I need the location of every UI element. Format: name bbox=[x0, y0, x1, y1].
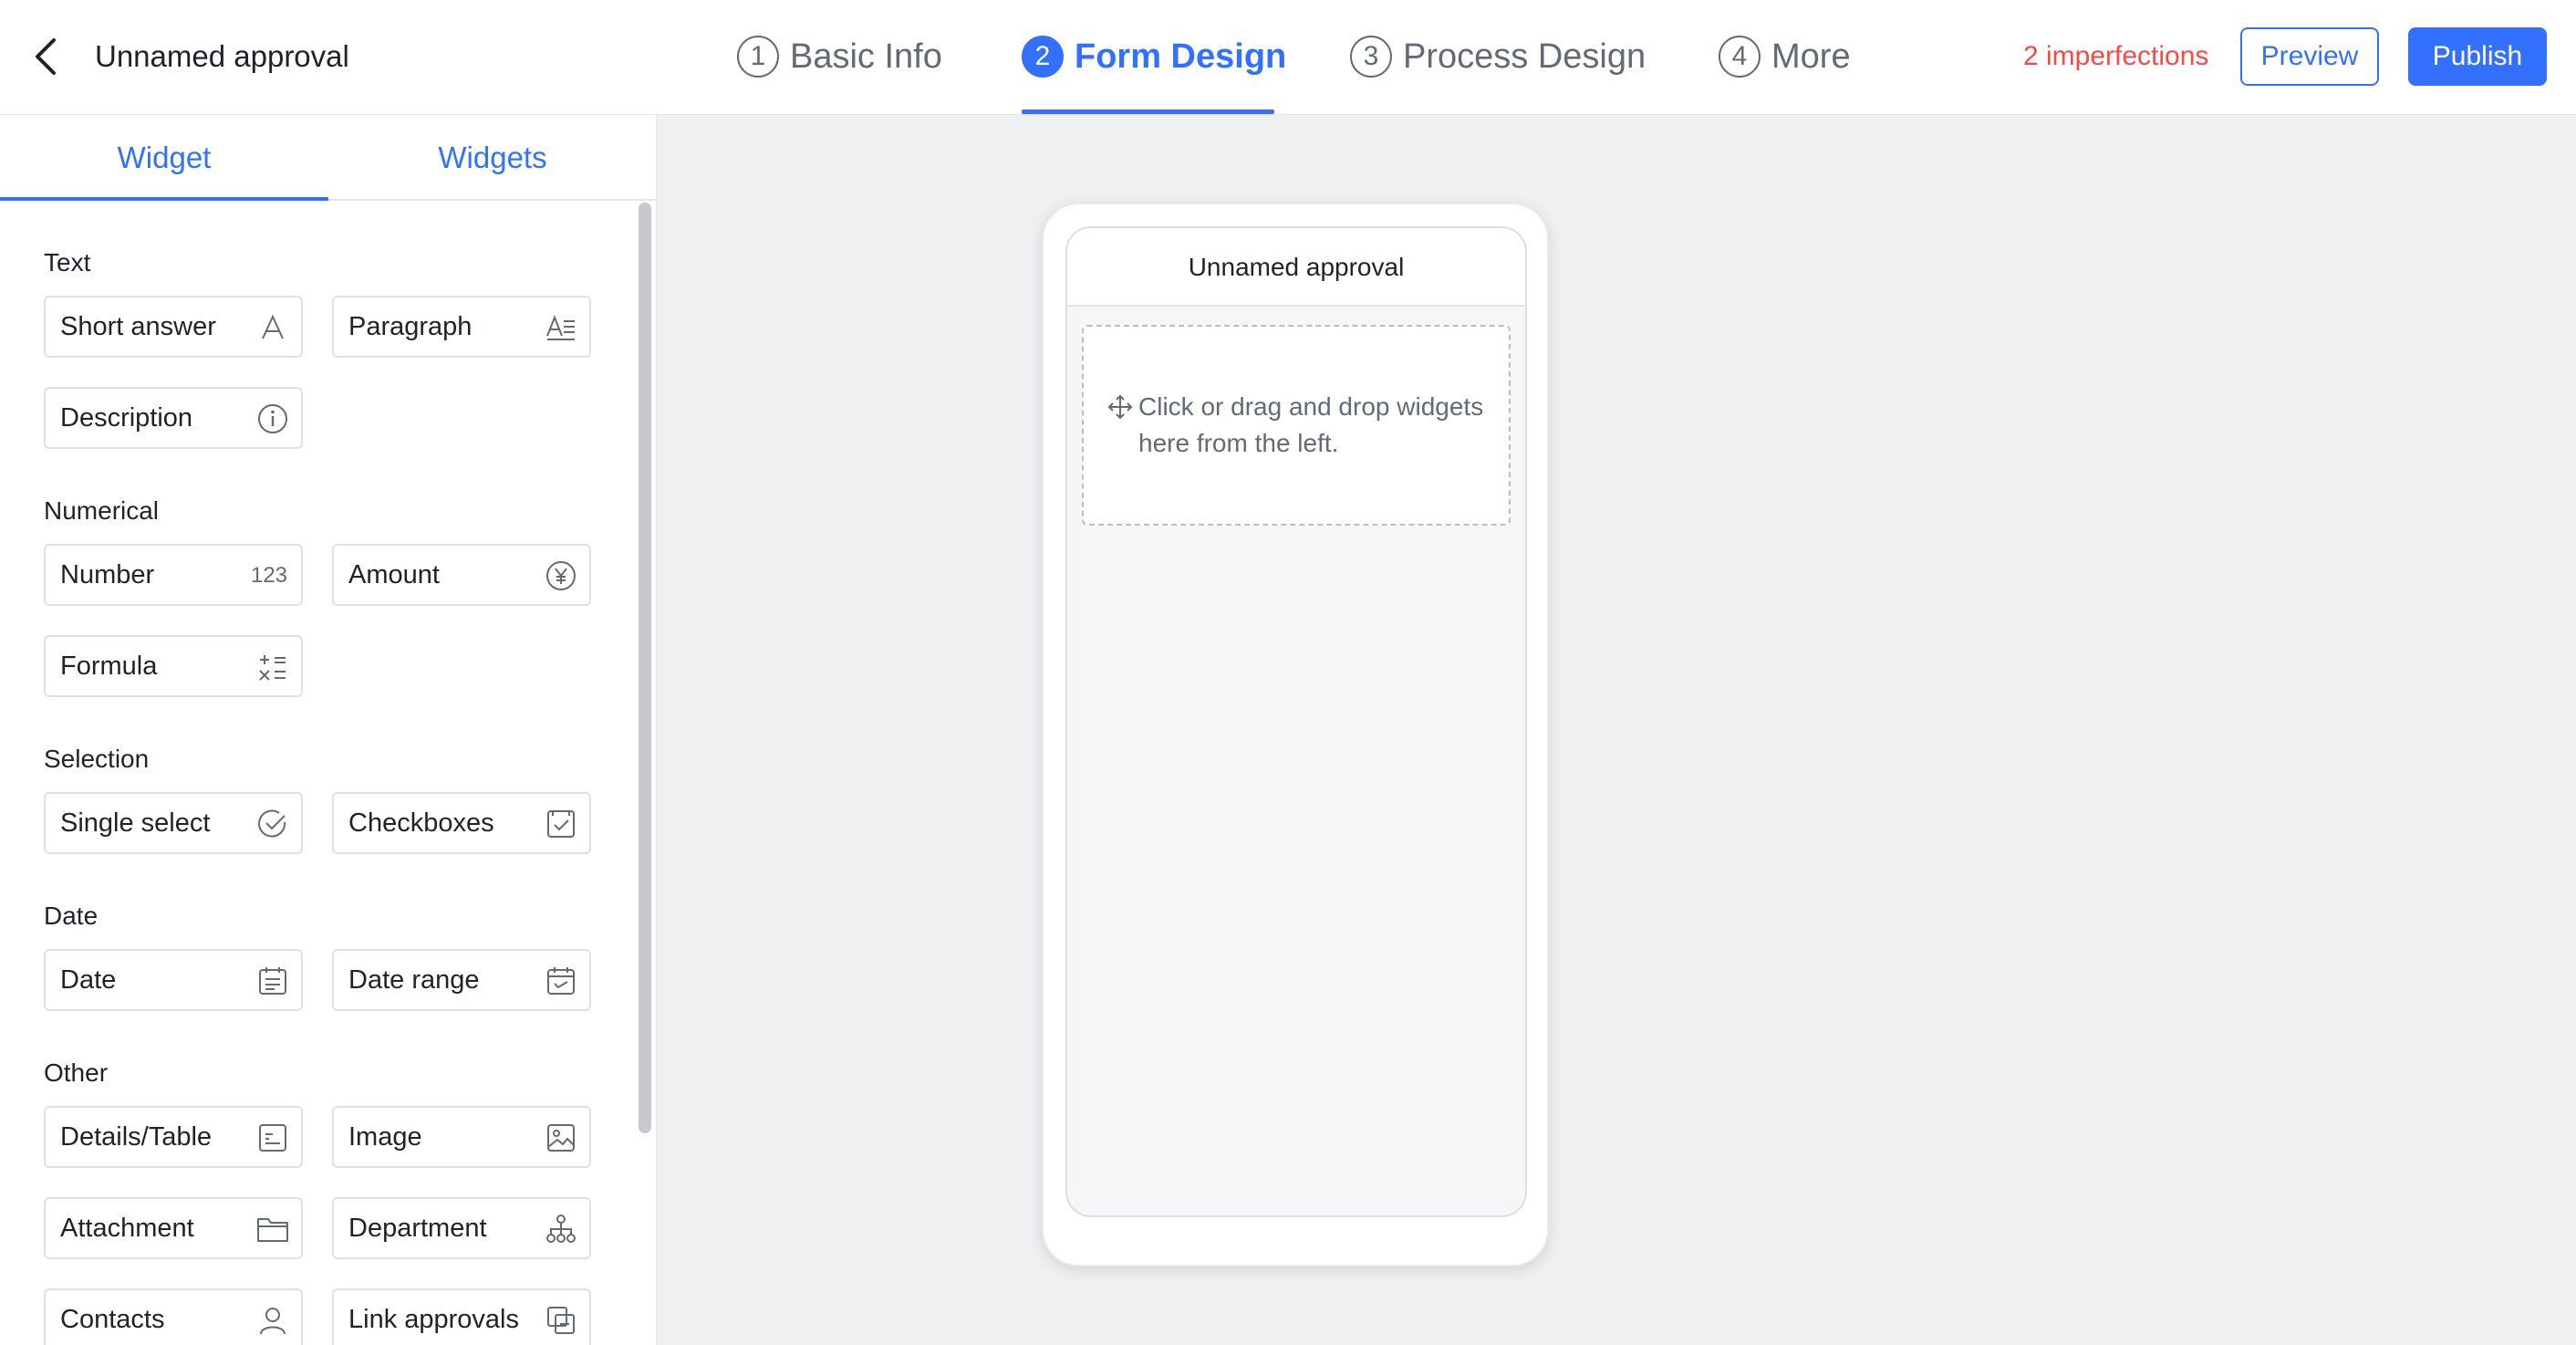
form-title: Unnamed approval bbox=[1067, 228, 1525, 307]
widget-date[interactable]: Date bbox=[44, 949, 303, 1011]
widget-label: Date bbox=[60, 965, 117, 995]
step-number: 4 bbox=[1719, 36, 1761, 78]
checkbox-icon bbox=[544, 807, 578, 841]
sidebar-scrollbar[interactable] bbox=[639, 203, 651, 1133]
org-chart-icon bbox=[544, 1212, 578, 1246]
widget-label: Formula bbox=[60, 652, 158, 681]
step-basic-info[interactable]: 1 Basic Info bbox=[737, 27, 942, 86]
text-a-icon bbox=[255, 310, 290, 345]
widget-attachment[interactable]: Attachment bbox=[44, 1197, 303, 1259]
widget-label: Amount bbox=[348, 560, 440, 589]
group-title-other: Other bbox=[44, 1058, 109, 1087]
step-number: 2 bbox=[1022, 36, 1064, 78]
widget-label: Paragraph bbox=[348, 312, 473, 341]
info-icon bbox=[255, 401, 290, 436]
widget-short-answer[interactable]: Short answer bbox=[44, 296, 303, 358]
step-label: Process Design bbox=[1403, 36, 1646, 76]
link-approval-icon bbox=[544, 1303, 578, 1338]
form-preview-phone: Unnamed approval Click or drag and drop … bbox=[1042, 203, 1549, 1267]
widget-label: Date range bbox=[348, 965, 480, 995]
widget-paragraph[interactable]: Paragraph bbox=[332, 296, 591, 358]
step-more[interactable]: 4 More bbox=[1719, 27, 1851, 86]
date-range-icon bbox=[544, 964, 578, 998]
check-circle-icon bbox=[255, 807, 290, 841]
top-bar: Unnamed approval 1 Basic Info 2 Form Des… bbox=[0, 0, 2576, 115]
step-number: 1 bbox=[737, 36, 779, 78]
group-title-text: Text bbox=[44, 248, 91, 276]
move-icon bbox=[1107, 394, 1133, 420]
phone-screen: Unnamed approval Click or drag and drop … bbox=[1065, 226, 1527, 1217]
widget-date-range[interactable]: Date range bbox=[332, 949, 591, 1011]
calendar-icon bbox=[255, 964, 290, 998]
yen-icon bbox=[544, 558, 578, 593]
widget-description[interactable]: Description bbox=[44, 387, 303, 449]
widget-checkboxes[interactable]: Checkboxes bbox=[332, 792, 591, 854]
paragraph-icon bbox=[544, 310, 578, 345]
group-title-numerical: Numerical bbox=[44, 496, 160, 525]
tab-widget[interactable]: Widget bbox=[0, 115, 328, 201]
widget-label: Image bbox=[348, 1122, 422, 1152]
widget-link-approvals[interactable]: Link approvals bbox=[332, 1288, 591, 1345]
active-step-underline bbox=[1022, 109, 1274, 114]
page-title: Unnamed approval bbox=[95, 39, 349, 73]
formula-icon bbox=[255, 650, 290, 684]
active-tab-underline bbox=[0, 197, 328, 201]
drop-hint-text: Click or drag and drop widgets here from… bbox=[1138, 392, 1484, 457]
group-title-date: Date bbox=[44, 902, 99, 930]
step-label: More bbox=[1771, 36, 1851, 76]
widget-details-table[interactable]: Details/Table bbox=[44, 1106, 303, 1168]
widget-amount[interactable]: Amount bbox=[332, 544, 591, 606]
widget-sidebar: Widget Widgets Text Short answer Paragra… bbox=[0, 115, 657, 1345]
step-label: Form Design bbox=[1075, 36, 1287, 76]
folder-icon bbox=[255, 1212, 290, 1246]
widget-single-select[interactable]: Single select bbox=[44, 792, 303, 854]
step-process-design[interactable]: 3 Process Design bbox=[1350, 27, 1646, 86]
widget-contacts[interactable]: Contacts bbox=[44, 1288, 303, 1345]
step-form-design[interactable]: 2 Form Design bbox=[1022, 27, 1286, 86]
publish-button[interactable]: Publish bbox=[2408, 27, 2547, 86]
widget-label: Description bbox=[60, 403, 193, 433]
chevron-left-icon bbox=[36, 38, 56, 75]
group-title-selection: Selection bbox=[44, 745, 150, 773]
tab-widgets[interactable]: Widgets bbox=[328, 115, 656, 201]
widget-label: Checkboxes bbox=[348, 808, 494, 838]
step-label: Basic Info bbox=[790, 36, 942, 76]
widget-label: Single select bbox=[60, 808, 211, 838]
widget-label: Attachment bbox=[60, 1214, 194, 1243]
person-icon bbox=[255, 1303, 290, 1338]
number-icon: 123 bbox=[250, 563, 288, 588]
widget-label: Details/Table bbox=[60, 1122, 213, 1152]
widget-drop-zone[interactable]: Click or drag and drop widgets here from… bbox=[1082, 325, 1511, 526]
widget-image[interactable]: Image bbox=[332, 1106, 591, 1168]
widget-label: Number bbox=[60, 560, 155, 589]
widget-number[interactable]: Number 123 bbox=[44, 544, 303, 606]
preview-button[interactable]: Preview bbox=[2240, 27, 2379, 86]
widget-formula[interactable]: Formula bbox=[44, 635, 303, 697]
sidebar-tabs: Widget Widgets bbox=[0, 115, 656, 201]
widget-label: Contacts bbox=[60, 1305, 165, 1334]
step-number: 3 bbox=[1350, 36, 1392, 78]
widget-label: Department bbox=[348, 1214, 487, 1243]
back-button[interactable] bbox=[27, 35, 64, 78]
imperfections-link[interactable]: 2 imperfections bbox=[2023, 35, 2208, 78]
widget-label: Short answer bbox=[60, 312, 216, 341]
widget-label: Link approvals bbox=[348, 1305, 519, 1334]
table-icon bbox=[255, 1121, 290, 1155]
image-icon bbox=[544, 1121, 578, 1155]
widget-department[interactable]: Department bbox=[332, 1197, 591, 1259]
